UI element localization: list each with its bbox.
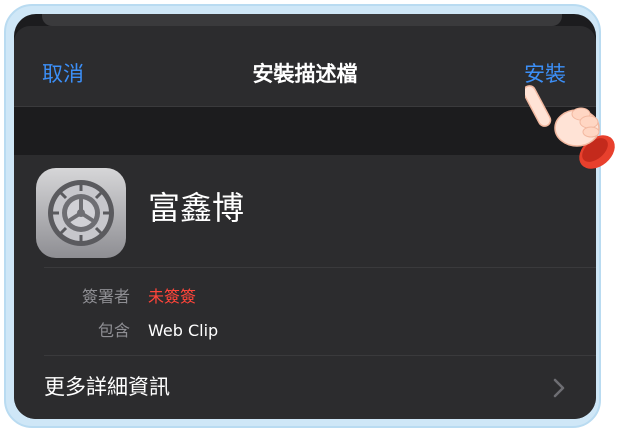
signer-label: 簽署者 (81, 287, 130, 306)
section-spacer (14, 107, 596, 155)
profile-name: 富鑫博 (148, 189, 245, 227)
divider (44, 267, 596, 268)
install-profile-sheet: 取消 安裝描述檔 安裝 富鑫博 簽署者 未簽簽 包含 Web Clip 更多詳細… (14, 14, 596, 419)
more-details-link[interactable]: 更多詳細資訊 (44, 377, 170, 398)
settings-gear-icon (36, 168, 126, 258)
page-title: 安裝描述檔 (252, 62, 358, 86)
pointing-hand-icon (522, 78, 633, 178)
navigation-bar: 取消 安裝描述檔 安裝 (14, 26, 596, 107)
profile-card: 富鑫博 簽署者 未簽簽 包含 Web Clip 更多詳細資訊 (14, 155, 596, 419)
divider (44, 355, 596, 356)
chevron-right-icon[interactable] (552, 377, 566, 399)
contains-label: 包含 (97, 321, 130, 340)
signer-value: 未簽簽 (148, 287, 197, 306)
background-sheet-edge (42, 14, 562, 26)
contains-value: Web Clip (148, 321, 219, 340)
